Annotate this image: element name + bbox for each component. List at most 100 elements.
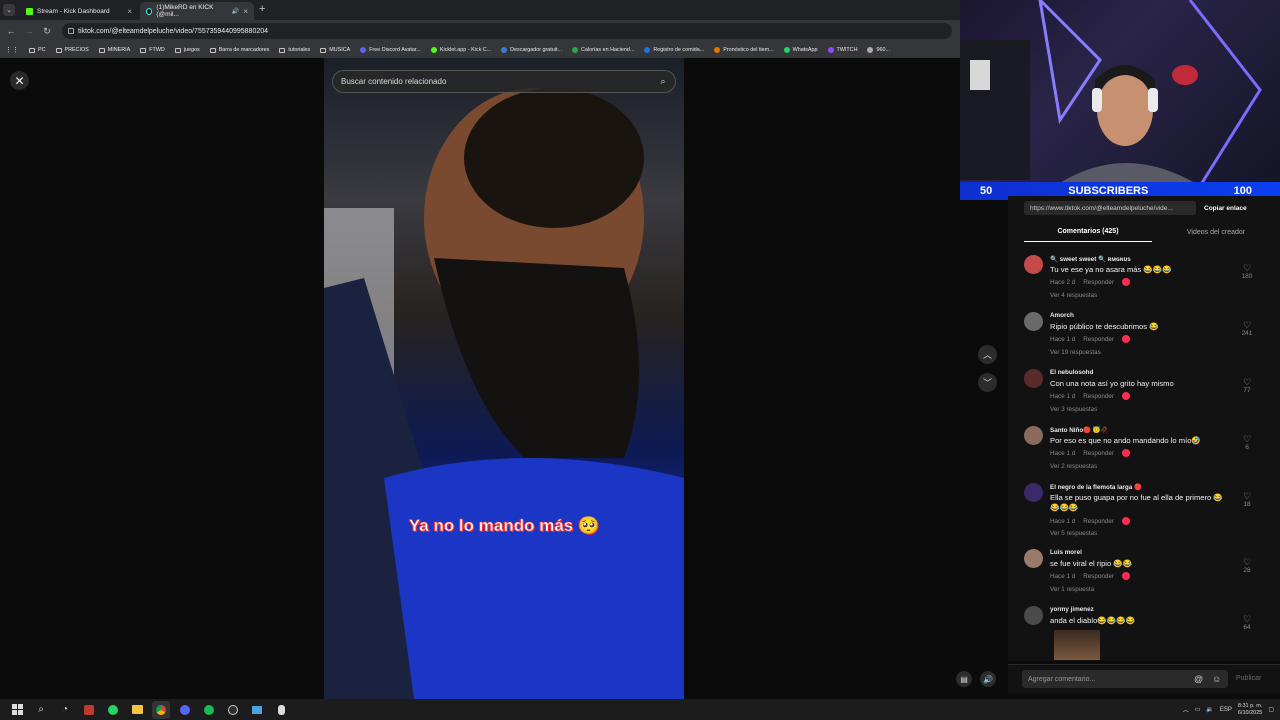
heart-icon: ♡	[1242, 491, 1252, 501]
close-tab-icon[interactable]: ×	[127, 7, 132, 16]
tab-tiktok[interactable]: (1)MikeRD en KICK (@mil... 🔊 ×	[140, 2, 254, 20]
comment-image[interactable]	[1054, 630, 1100, 660]
mention-icon[interactable]: @	[1194, 674, 1203, 684]
bookmark-item[interactable]: juegos	[170, 47, 205, 53]
bookmark-item[interactable]: WhatsApp	[779, 47, 823, 53]
folder-icon	[320, 47, 327, 53]
clock[interactable]: 8:31 p. m. 6/10/2025	[1238, 703, 1262, 717]
like-button[interactable]: ♡ 28	[1240, 557, 1254, 574]
bookmark-item[interactable]: FTWD	[135, 47, 170, 53]
spotify-icon[interactable]	[200, 701, 218, 719]
like-button[interactable]: ♡ 241	[1240, 320, 1254, 337]
like-button[interactable]: ♡ 64	[1240, 614, 1254, 631]
copy-link-button[interactable]: Copiar enlace	[1204, 205, 1247, 212]
video-player[interactable]	[324, 58, 684, 699]
next-video-button[interactable]: ﹀	[978, 373, 997, 392]
network-icon[interactable]: ▭	[1195, 706, 1201, 713]
comment-author[interactable]: El nebulosohd	[1050, 369, 1093, 376]
reply-button[interactable]: Responder	[1083, 573, 1114, 580]
address-bar[interactable]: tiktok.com/@elteamdelpeluche/video/75573…	[62, 23, 952, 39]
tab-kick-dashboard[interactable]: Stream - Kick Dashboard ×	[20, 2, 138, 20]
chrome-icon[interactable]	[152, 700, 170, 719]
volume-icon[interactable]: 🔊	[980, 671, 996, 687]
apps-grid-icon[interactable]: ⋮⋮	[0, 46, 24, 54]
folder-icon	[140, 47, 147, 53]
bookmark-item[interactable]: Registro de comida...	[639, 47, 709, 53]
avatar[interactable]	[1024, 426, 1043, 445]
view-replies-button[interactable]: Ver 19 respuestas	[1050, 349, 1101, 356]
reply-button[interactable]: Responder	[1083, 393, 1114, 400]
windows-start-icon[interactable]	[8, 701, 26, 719]
file-explorer-icon[interactable]	[128, 701, 146, 719]
whatsapp-icon[interactable]	[104, 701, 122, 719]
search-icon[interactable]: ⌕	[656, 74, 670, 88]
forward-icon[interactable]: →	[22, 23, 36, 39]
hidden-icons-icon[interactable]: ︿	[1183, 705, 1189, 714]
back-icon[interactable]: ←	[4, 23, 18, 39]
reply-button[interactable]: Responder	[1083, 518, 1114, 525]
site-info-icon[interactable]	[68, 28, 74, 34]
reload-icon[interactable]: ↻	[40, 23, 54, 39]
bookmark-item[interactable]: Kicklet.app - Kick C...	[426, 47, 496, 53]
app-icon[interactable]	[272, 701, 290, 719]
tab-comments[interactable]: Comentarios (425)	[1024, 222, 1152, 242]
avatar[interactable]	[1024, 549, 1043, 568]
avatar[interactable]	[1024, 606, 1043, 625]
view-replies-button[interactable]: Ver 1 respuesta	[1050, 586, 1094, 593]
close-icon[interactable]: ✕	[10, 71, 29, 90]
avatar[interactable]	[1024, 255, 1043, 274]
audio-playing-icon[interactable]: 🔊	[232, 8, 239, 15]
bookmark-item[interactable]: MUSICA	[315, 47, 355, 53]
comment-author[interactable]: El negro de la flemota larga 🔴	[1050, 483, 1142, 491]
reply-button[interactable]: Responder	[1083, 450, 1114, 457]
bookmark-item[interactable]: Barra de marcadores	[205, 47, 275, 53]
bookmark-item[interactable]: Calorías en Haciend...	[567, 47, 639, 53]
bookmark-item[interactable]: TWITCH	[823, 47, 863, 53]
bookmark-item[interactable]: tutoriales	[274, 47, 315, 53]
new-tab-button[interactable]: +	[259, 3, 265, 15]
bookmark-item[interactable]: Descargador gratuit...	[496, 47, 567, 53]
bookmark-item[interactable]: MINERIA	[94, 47, 135, 53]
task-view-icon[interactable]: ◔	[56, 701, 74, 719]
comment-author[interactable]: Santo Niño🔴 😇🥀	[1050, 426, 1109, 434]
notifications-icon[interactable]: ▢	[1268, 706, 1274, 713]
reply-button[interactable]: Responder	[1083, 279, 1114, 286]
volume-icon[interactable]: 🔉	[1206, 706, 1213, 713]
avatar[interactable]	[1024, 312, 1043, 331]
comment-author[interactable]: Luis morel	[1050, 549, 1082, 556]
view-replies-button[interactable]: Ver 5 respuestas	[1050, 530, 1097, 537]
app-icon[interactable]	[80, 701, 98, 719]
view-replies-button[interactable]: Ver 2 respuestas	[1050, 463, 1097, 470]
avatar[interactable]	[1024, 483, 1043, 502]
view-replies-button[interactable]: Ver 4 respuestas	[1050, 292, 1097, 299]
like-button[interactable]: ♡ 18	[1240, 491, 1254, 508]
tab-creator-videos[interactable]: Videos del creador	[1152, 222, 1280, 242]
comment-author[interactable]: yormy jimenez	[1050, 606, 1094, 613]
language-indicator[interactable]: ESP	[1220, 707, 1232, 713]
like-button[interactable]: ♡ 180	[1240, 263, 1254, 280]
bookmark-item[interactable]: PRECIOS	[51, 47, 94, 53]
emoji-icon[interactable]: ☺	[1212, 674, 1221, 684]
publish-button[interactable]: Publicar	[1236, 675, 1261, 682]
search-input[interactable]: Buscar contenido relacionado	[332, 70, 676, 93]
comment-author[interactable]: 🔍 sweet sweet 🔍 ʀᴍɢɴᴜs	[1050, 255, 1131, 263]
previous-video-button[interactable]: ︿	[978, 345, 997, 364]
avatar[interactable]	[1024, 369, 1043, 388]
discord-icon[interactable]	[176, 701, 194, 719]
bookmark-item[interactable]: PC	[24, 47, 51, 53]
like-button[interactable]: ♡ 77	[1240, 377, 1254, 394]
video-link-field[interactable]: https://www.tiktok.com/@elteamdelpeluche…	[1024, 201, 1196, 215]
app-icon[interactable]	[248, 701, 266, 719]
bookmark-item[interactable]: 960...	[862, 47, 895, 53]
bookmark-item[interactable]: Free Discord Avatar...	[355, 47, 426, 53]
view-replies-button[interactable]: Ver 3 respuestas	[1050, 406, 1097, 413]
bookmark-item[interactable]: Pronóstico del tiem...	[709, 47, 778, 53]
autoscroll-icon[interactable]: ▤	[956, 671, 972, 687]
tab-list-button[interactable]: ⌄	[3, 4, 15, 16]
like-button[interactable]: ♡ 6	[1240, 434, 1254, 451]
reply-button[interactable]: Responder	[1083, 336, 1114, 343]
comment-author[interactable]: Amorch	[1050, 312, 1074, 319]
search-icon[interactable]: ⌕	[32, 701, 50, 719]
obs-icon[interactable]	[224, 701, 242, 719]
close-tab-icon[interactable]: ×	[243, 7, 248, 16]
